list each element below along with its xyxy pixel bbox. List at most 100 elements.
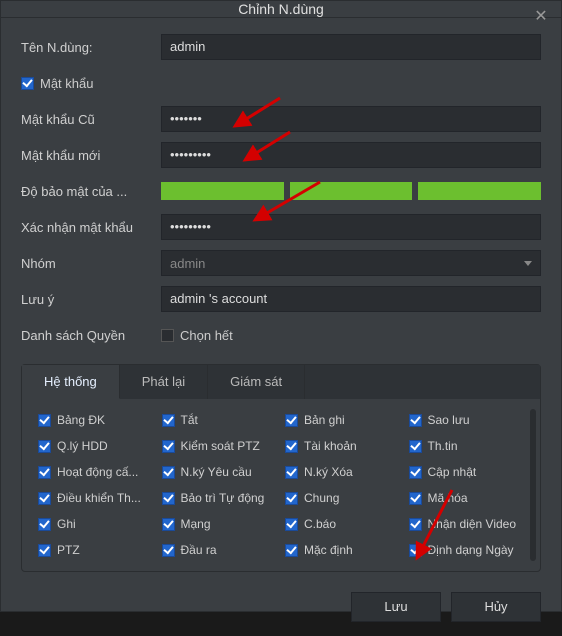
check-icon bbox=[409, 466, 422, 479]
permission-label: Mặc định bbox=[304, 543, 353, 557]
check-icon bbox=[162, 492, 175, 505]
permission-label: Sao lưu bbox=[428, 413, 470, 427]
username-label: Tên N.dùng: bbox=[21, 40, 161, 55]
tab-body: Bảng ĐK Tắt Bản ghi Sao lưu Q.lý HDD Kiểm soá… bbox=[22, 399, 540, 571]
check-icon bbox=[285, 414, 298, 427]
permission-label: Tài khoản bbox=[304, 439, 357, 453]
strength-seg bbox=[290, 182, 413, 200]
chevron-down-icon bbox=[524, 261, 532, 266]
checkbox-icon bbox=[161, 329, 174, 342]
tab-1[interactable]: Phát lại bbox=[120, 365, 208, 399]
permission-label: Cập nhật bbox=[428, 465, 477, 479]
strength-label: Độ bảo mật của ... bbox=[21, 184, 161, 199]
tab-2[interactable]: Giám sát bbox=[208, 365, 305, 399]
permission-item[interactable]: Tắt bbox=[162, 413, 278, 427]
check-icon bbox=[38, 440, 51, 453]
check-icon bbox=[285, 492, 298, 505]
permission-label: Mạng bbox=[181, 517, 211, 531]
permission-item[interactable]: PTZ bbox=[38, 543, 154, 557]
check-icon bbox=[38, 492, 51, 505]
permission-item[interactable]: Th.tin bbox=[409, 439, 525, 453]
new-password-label: Mật khẩu mới bbox=[21, 148, 161, 163]
tab-0[interactable]: Hệ thống bbox=[22, 365, 120, 399]
permission-item[interactable]: N.ký Yêu cầu bbox=[162, 465, 278, 479]
permission-label: Bản ghi bbox=[304, 413, 345, 427]
check-icon bbox=[38, 466, 51, 479]
permissions-tabs: Hệ thốngPhát lạiGiám sát Bảng ĐK Tắt Bản g… bbox=[21, 364, 541, 572]
close-icon[interactable]: ✕ bbox=[529, 5, 553, 29]
check-icon bbox=[285, 544, 298, 557]
permissions-label: Danh sách Quyền bbox=[21, 328, 161, 343]
permission-label: Nhận diện Video bbox=[428, 517, 517, 531]
check-icon bbox=[38, 544, 51, 557]
permission-label: Q.lý HDD bbox=[57, 439, 108, 453]
permission-item[interactable]: Kiểm soát PTZ bbox=[162, 439, 278, 453]
permission-item[interactable]: Bảng ĐK bbox=[38, 413, 154, 427]
permission-item[interactable]: Bảo trì Tự động bbox=[162, 491, 278, 505]
permission-label: Bảo trì Tự động bbox=[181, 491, 265, 505]
check-icon bbox=[409, 440, 422, 453]
check-icon bbox=[409, 544, 422, 557]
scrollbar[interactable] bbox=[530, 409, 536, 561]
permission-item[interactable]: Đầu ra bbox=[162, 543, 278, 557]
permission-label: N.ký Xóa bbox=[304, 465, 353, 479]
permission-item[interactable]: Hoạt động cấ... bbox=[38, 465, 154, 479]
permission-item[interactable]: N.ký Xóa bbox=[285, 465, 401, 479]
permission-label: Điều khiển Th... bbox=[57, 491, 141, 505]
note-label: Lưu ý bbox=[21, 292, 161, 307]
check-icon bbox=[21, 77, 34, 90]
check-icon bbox=[38, 518, 51, 531]
permission-item[interactable]: Sao lưu bbox=[409, 413, 525, 427]
save-button[interactable]: Lưu bbox=[351, 592, 441, 622]
permission-item[interactable]: Ghi bbox=[38, 517, 154, 531]
permission-label: Định dạng Ngày bbox=[428, 543, 514, 557]
permission-label: PTZ bbox=[57, 543, 80, 557]
old-password-label: Mật khẩu Cũ bbox=[21, 112, 161, 127]
permission-label: C.báo bbox=[304, 517, 336, 531]
check-icon bbox=[285, 440, 298, 453]
permission-item[interactable]: Định dạng Ngày bbox=[409, 543, 525, 557]
permission-item[interactable]: Bản ghi bbox=[285, 413, 401, 427]
titlebar: Chỉnh N.dùng ✕ bbox=[1, 1, 561, 18]
permission-item[interactable]: Điều khiển Th... bbox=[38, 491, 154, 505]
check-icon bbox=[162, 518, 175, 531]
new-password-input[interactable]: ••••••••• bbox=[161, 142, 541, 168]
tab-headers: Hệ thốngPhát lạiGiám sát bbox=[22, 365, 540, 399]
permission-item[interactable]: Mạng bbox=[162, 517, 278, 531]
username-input[interactable]: admin bbox=[161, 34, 541, 60]
permission-item[interactable]: Q.lý HDD bbox=[38, 439, 154, 453]
dialog-footer: Lưu Hủy bbox=[1, 582, 561, 636]
permission-label: Ghi bbox=[57, 517, 76, 531]
check-icon bbox=[162, 466, 175, 479]
permission-label: Mã hóa bbox=[428, 491, 468, 505]
permission-item[interactable]: Cập nhật bbox=[409, 465, 525, 479]
old-password-input[interactable]: ••••••• bbox=[161, 106, 541, 132]
permission-label: Đầu ra bbox=[181, 543, 217, 557]
edit-user-dialog: Chỉnh N.dùng ✕ Tên N.dùng: admin Mật khẩ… bbox=[0, 0, 562, 612]
check-icon bbox=[409, 492, 422, 505]
select-all-checkbox[interactable]: Chọn hết bbox=[161, 328, 233, 343]
permission-item[interactable]: C.báo bbox=[285, 517, 401, 531]
permission-item[interactable]: Tài khoản bbox=[285, 439, 401, 453]
permission-item[interactable]: Nhận diện Video bbox=[409, 517, 525, 531]
strength-meter bbox=[161, 182, 541, 200]
window-title: Chỉnh N.dùng bbox=[238, 1, 324, 17]
permission-item[interactable]: Chung bbox=[285, 491, 401, 505]
permission-item[interactable]: Mã hóa bbox=[409, 491, 525, 505]
permission-label: Tắt bbox=[181, 413, 198, 427]
group-select[interactable]: admin bbox=[161, 250, 541, 276]
check-icon bbox=[409, 414, 422, 427]
note-input[interactable]: admin 's account bbox=[161, 286, 541, 312]
group-label: Nhóm bbox=[21, 256, 161, 271]
permission-label: Bảng ĐK bbox=[57, 413, 105, 427]
permission-item[interactable]: Mặc định bbox=[285, 543, 401, 557]
confirm-password-label: Xác nhận mật khẩu bbox=[21, 220, 161, 235]
group-value: admin bbox=[170, 256, 205, 271]
password-enable-label: Mật khẩu bbox=[40, 76, 93, 91]
cancel-button[interactable]: Hủy bbox=[451, 592, 541, 622]
password-enable-checkbox[interactable]: Mật khẩu bbox=[21, 76, 93, 91]
confirm-password-input[interactable]: ••••••••• bbox=[161, 214, 541, 240]
permission-label: N.ký Yêu cầu bbox=[181, 465, 252, 479]
check-icon bbox=[38, 414, 51, 427]
permission-label: Chung bbox=[304, 491, 339, 505]
